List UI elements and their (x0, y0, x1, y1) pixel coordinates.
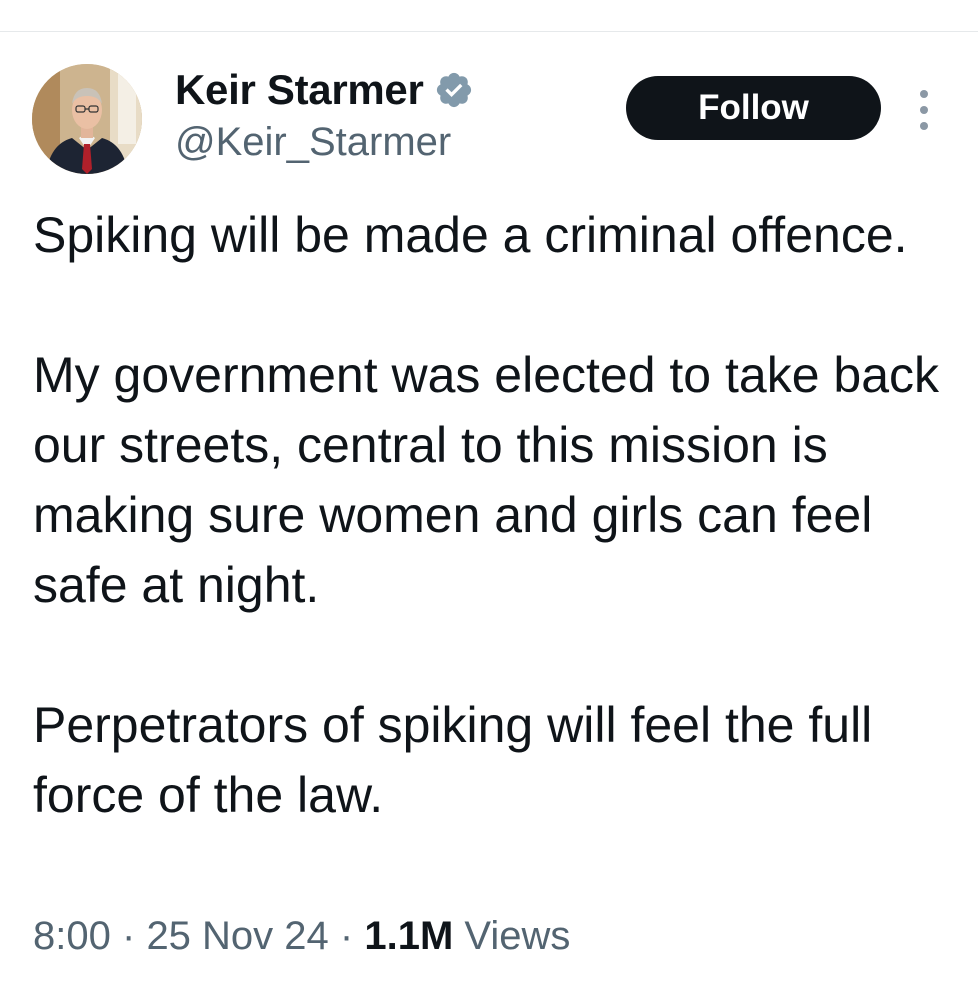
top-divider (0, 31, 978, 32)
views-label: Views (464, 914, 571, 958)
tweet-paragraph: Perpetrators of spiking will feel the fu… (33, 697, 873, 823)
avatar[interactable] (32, 64, 142, 174)
follow-button[interactable]: Follow (626, 76, 881, 140)
author-handle[interactable]: @Keir_Starmer (175, 120, 451, 165)
more-vertical-icon[interactable] (912, 88, 936, 132)
tweet-paragraph: My government was elected to take back o… (33, 347, 940, 613)
tweet-date[interactable]: 25 Nov 24 (146, 914, 328, 958)
tweet-time[interactable]: 8:00 (33, 914, 111, 958)
meta-separator: · (121, 914, 136, 958)
meta-separator: · (339, 914, 354, 958)
author-display-name[interactable]: Keir Starmer (175, 66, 424, 114)
verified-badge-icon[interactable] (434, 70, 474, 110)
tweet-text: Spiking will be made a criminal offence.… (33, 200, 953, 830)
author-name-row[interactable]: Keir Starmer (175, 66, 474, 114)
views-count: 1.1M (364, 914, 454, 958)
tweet-paragraph: Spiking will be made a criminal offence. (33, 207, 908, 263)
avatar-portrait-image (32, 64, 142, 174)
tweet-meta: 8:00 · 25 Nov 24 · 1.1M Views (33, 914, 570, 959)
